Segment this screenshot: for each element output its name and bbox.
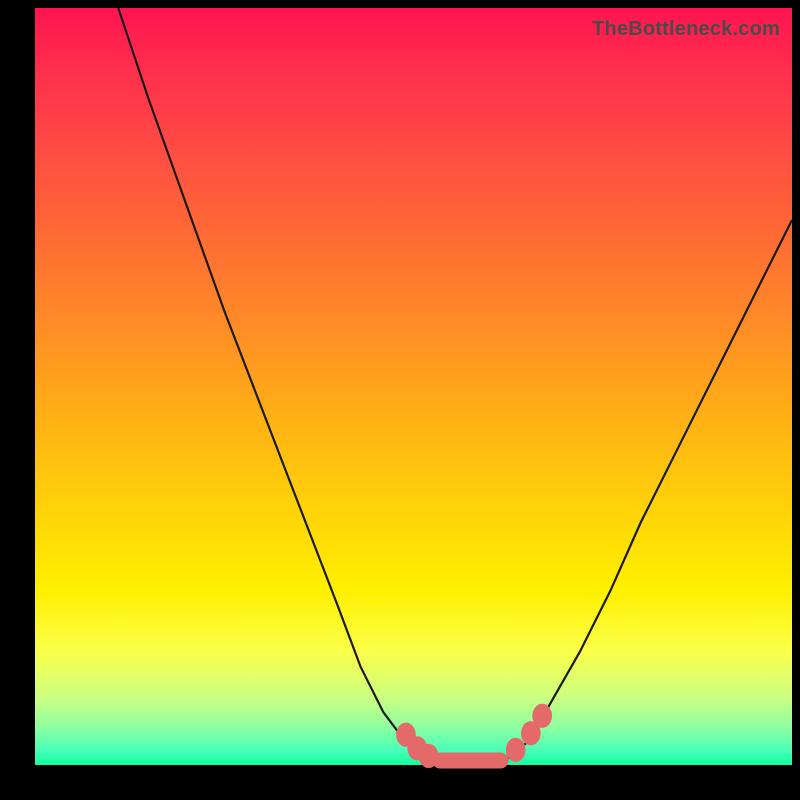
threshold-marker (506, 738, 526, 762)
curve-layer (35, 8, 792, 765)
chart-frame: TheBottleneck.com (0, 0, 800, 800)
left-curve (118, 8, 444, 761)
threshold-marker (419, 744, 439, 768)
threshold-marker (532, 704, 552, 728)
right-curve (504, 220, 792, 761)
plot-area: TheBottleneck.com (35, 8, 792, 765)
